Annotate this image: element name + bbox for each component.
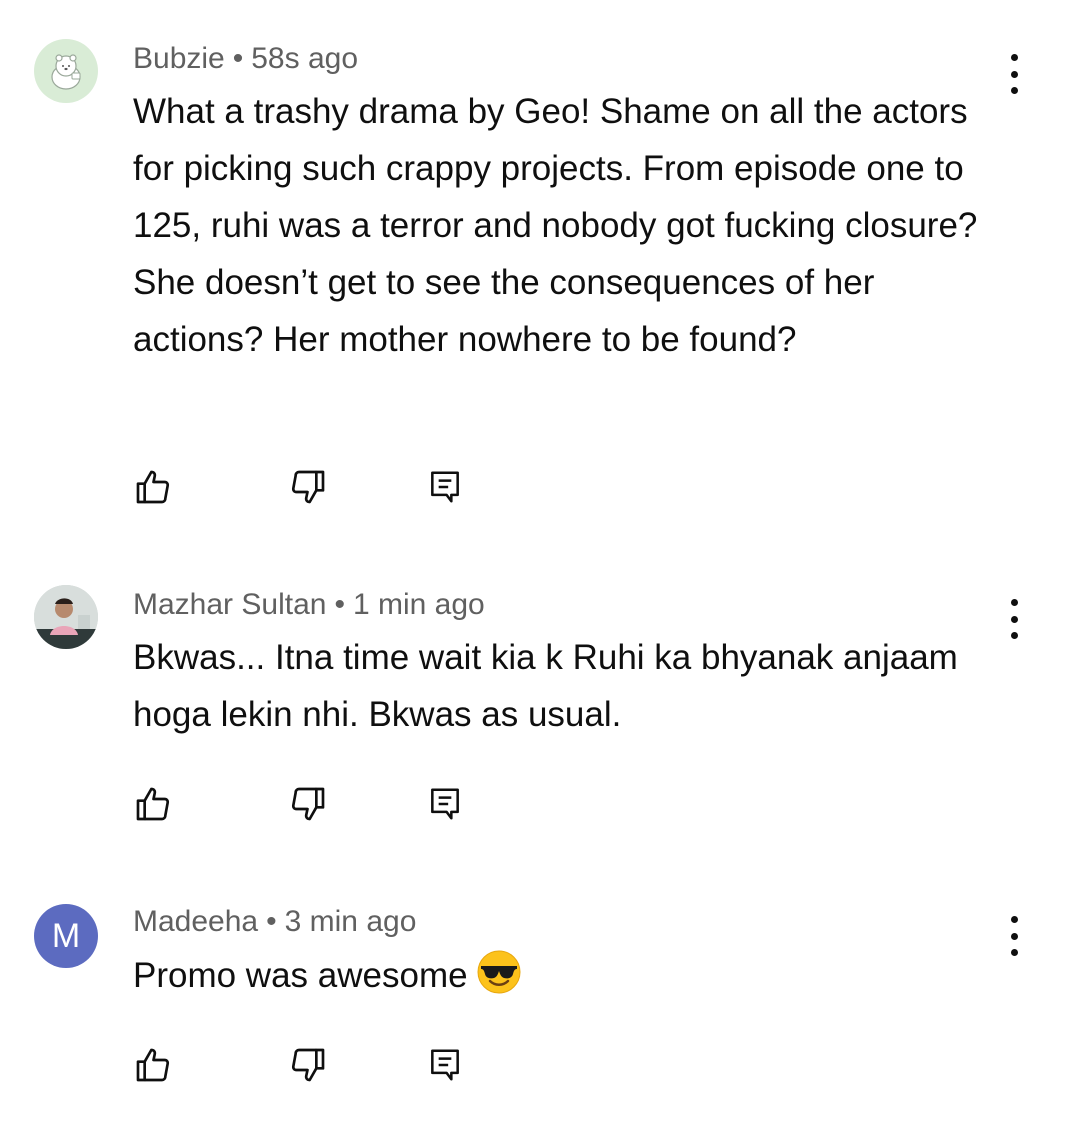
thumbs-down-icon xyxy=(291,470,325,504)
meta-separator: • xyxy=(266,905,277,938)
reply-icon xyxy=(431,1049,459,1081)
thumbs-up-icon xyxy=(136,1048,170,1082)
thumbs-up-icon xyxy=(136,787,170,821)
avatar[interactable]: M xyxy=(34,904,98,968)
reply-button[interactable] xyxy=(422,1043,468,1087)
comment-meta: Madeeha • 3 min ago xyxy=(133,905,416,939)
comment-menu-button[interactable] xyxy=(998,52,1030,96)
bear-illustration-icon xyxy=(51,54,81,90)
comment-timestamp[interactable]: 3 min ago xyxy=(285,905,417,938)
profile-photo-icon xyxy=(34,585,98,649)
more-vert-icon xyxy=(1010,916,1018,923)
avatar[interactable] xyxy=(34,39,98,103)
dislike-button[interactable] xyxy=(285,782,331,826)
more-vert-icon xyxy=(1010,599,1018,606)
comment-menu-button[interactable] xyxy=(998,597,1030,641)
author-name[interactable]: Bubzie xyxy=(133,42,225,75)
comment-text: What a trashy drama by Geo! Shame on all… xyxy=(133,92,978,359)
like-button[interactable] xyxy=(130,782,176,826)
comment-timestamp[interactable]: 58s ago xyxy=(251,42,358,75)
sunglasses-emoji-icon xyxy=(476,949,522,1012)
dislike-button[interactable] xyxy=(285,465,331,509)
comment-text-body: Promo was awesome xyxy=(133,956,468,995)
avatar-letter: M xyxy=(51,916,81,955)
comment-timestamp[interactable]: 1 min ago xyxy=(353,588,485,621)
comment-text: Bkwas... Itna time wait kia k Ruhi ka bh… xyxy=(133,638,958,734)
reply-icon xyxy=(431,788,459,820)
author-name[interactable]: Mazhar Sultan xyxy=(133,588,326,621)
author-name[interactable]: Madeeha xyxy=(133,905,258,938)
comment-meta: Mazhar Sultan • 1 min ago xyxy=(133,588,485,622)
reply-icon xyxy=(431,471,459,503)
thumbs-down-icon xyxy=(291,1048,325,1082)
meta-separator: • xyxy=(334,588,345,621)
reply-button[interactable] xyxy=(422,782,468,826)
thumbs-down-icon xyxy=(291,787,325,821)
more-vert-icon xyxy=(1010,54,1018,61)
comment-menu-button[interactable] xyxy=(998,914,1030,958)
like-button[interactable] xyxy=(130,465,176,509)
like-button[interactable] xyxy=(130,1043,176,1087)
comment-text: Promo was awesome xyxy=(133,947,1013,1012)
avatar[interactable] xyxy=(34,585,98,649)
reply-button[interactable] xyxy=(422,465,468,509)
dislike-button[interactable] xyxy=(285,1043,331,1087)
meta-separator: • xyxy=(232,42,244,75)
thumbs-up-icon xyxy=(136,470,170,504)
comment-meta: Bubzie • 58s ago xyxy=(133,42,358,76)
